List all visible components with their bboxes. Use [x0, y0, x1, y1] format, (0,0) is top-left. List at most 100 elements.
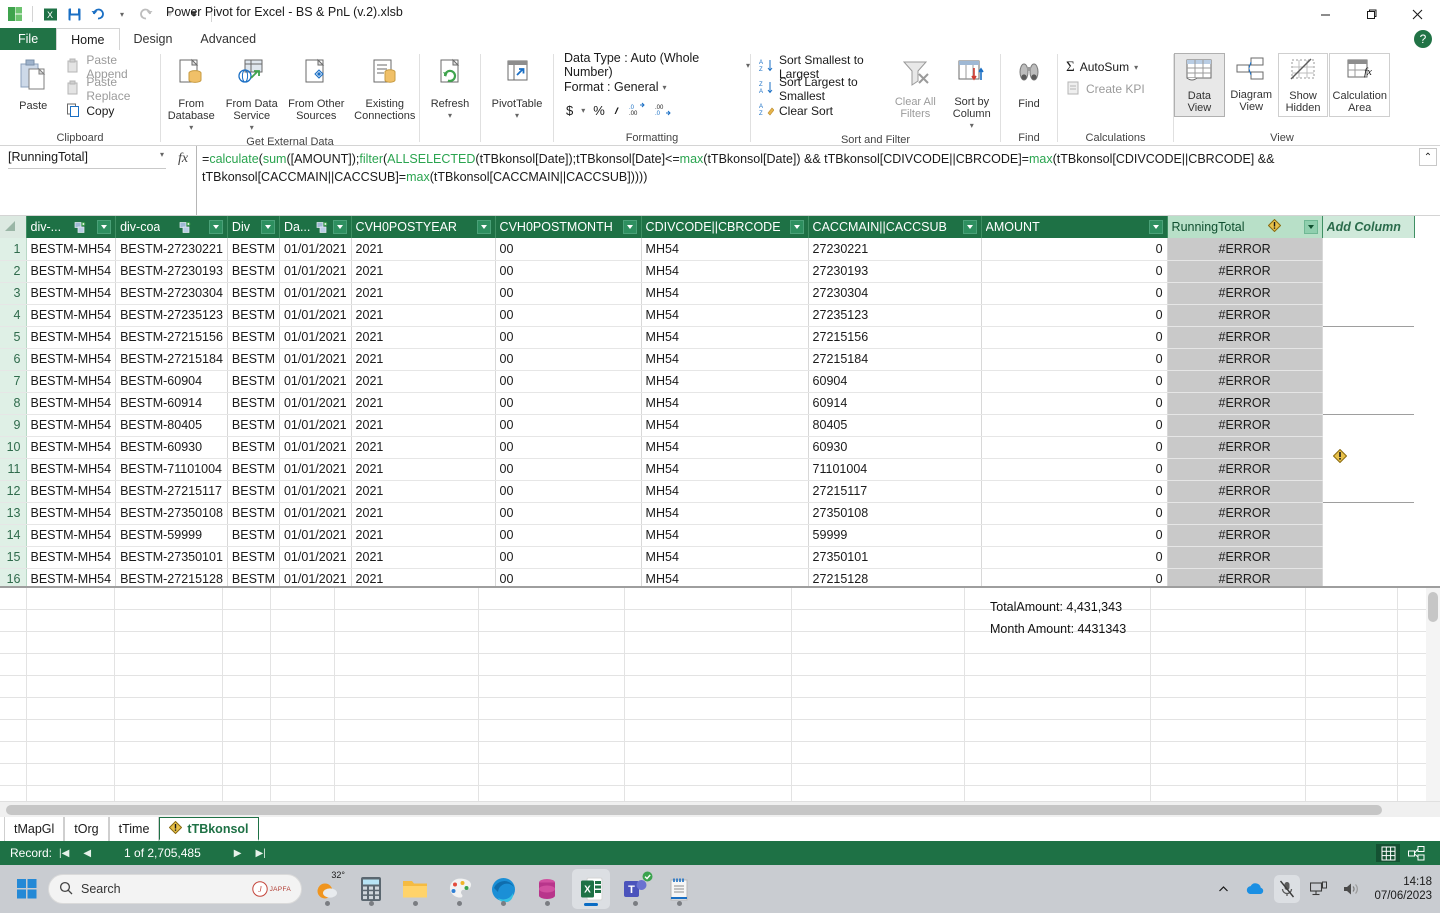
table-cell[interactable]: BESTM-27230304 — [115, 282, 228, 305]
taskbar-edge[interactable] — [484, 869, 522, 909]
table-cell[interactable]: 01/01/2021 — [279, 260, 352, 283]
taskbar-notepad[interactable] — [660, 869, 698, 909]
grid-view-button[interactable] — [1376, 844, 1400, 862]
row-number[interactable]: 3 — [0, 282, 27, 305]
row-number[interactable]: 11 — [0, 458, 27, 481]
table-cell[interactable]: 2021 — [351, 480, 496, 503]
existing-connections-button[interactable]: Existing Connections — [352, 54, 418, 122]
column-header-da[interactable]: Da... — [279, 216, 352, 238]
table-cell[interactable]: 00 — [495, 370, 642, 393]
table-cell[interactable]: 0 — [981, 282, 1168, 305]
last-record-button[interactable]: ▶| — [248, 848, 272, 859]
table-cell[interactable]: BESTM — [227, 282, 280, 305]
column-filter-button[interactable] — [97, 220, 112, 234]
table-cell[interactable]: #ERROR — [1167, 282, 1323, 305]
column-filter-button[interactable] — [1303, 220, 1318, 234]
column-filter-button[interactable] — [476, 220, 491, 234]
table-cell[interactable] — [1322, 260, 1415, 282]
table-cell[interactable]: BESTM-MH54 — [26, 436, 117, 459]
sort-largest-item[interactable]: ZA Sort Largest to Smallest — [757, 75, 887, 103]
table-row[interactable]: 7 BESTM-MH54 BESTM-60904 BESTM 01/01/2021 202… — [0, 370, 1415, 393]
table-cell[interactable]: 0 — [981, 568, 1168, 586]
table-row[interactable]: 12 BESTM-MH54 BESTM-27215117 BESTM 01/01/202… — [0, 480, 1415, 503]
table-cell[interactable]: 2021 — [351, 325, 496, 349]
row-number[interactable]: 7 — [0, 370, 27, 393]
paste-options-caret[interactable]: ▾ — [1382, 453, 1386, 462]
find-button[interactable]: Find — [1000, 54, 1058, 110]
table-cell[interactable]: #ERROR — [1167, 413, 1323, 437]
column-filter-button[interactable] — [332, 220, 347, 234]
table-row[interactable]: 1 BESTM-MH54 BESTM-27230221 BESTM 01/01/2021… — [0, 238, 1415, 261]
table-cell[interactable]: #ERROR — [1167, 392, 1323, 415]
taskbar-paint[interactable] — [440, 869, 478, 909]
table-row[interactable]: 4 BESTM-MH54 BESTM-27235123 BESTM 01/01/2021… — [0, 304, 1415, 327]
table-cell[interactable]: 01/01/2021 — [279, 501, 352, 525]
table-cell[interactable]: BESTM-60904 — [115, 370, 228, 393]
table-cell[interactable]: 01/01/2021 — [279, 348, 352, 371]
table-cell[interactable]: 01/01/2021 — [279, 524, 352, 547]
column-header-cdivcode-cbrcode[interactable]: CDIVCODE||CBRCODE — [641, 216, 809, 238]
table-cell[interactable]: 0 — [981, 304, 1168, 327]
table-cell[interactable]: 0 — [981, 480, 1168, 503]
table-cell[interactable]: 0 — [981, 413, 1168, 437]
format-selector[interactable]: Format : General ▾ — [562, 76, 667, 98]
table-cell[interactable]: 27235123 — [808, 304, 982, 327]
formula-input[interactable]: =calculate(sum([AMOUNT]);filter(ALLSELEC… — [196, 146, 1440, 186]
table-cell[interactable]: BESTM — [227, 458, 280, 481]
column-header-amount[interactable]: AMOUNT — [981, 216, 1168, 238]
taskbar-db-tool[interactable] — [528, 869, 566, 909]
refresh-caret[interactable]: ▾ — [448, 110, 452, 122]
table-row[interactable]: 10 BESTM-MH54 BESTM-60930 BESTM 01/01/2021 20… — [0, 436, 1415, 459]
table-cell[interactable]: 01/01/2021 — [279, 480, 352, 503]
table-cell[interactable]: MH54 — [641, 413, 809, 437]
table-cell[interactable]: BESTM-60930 — [115, 436, 228, 459]
table-cell[interactable]: BESTM-27215117 — [115, 480, 228, 503]
table-cell[interactable]: BESTM-MH54 — [26, 392, 117, 415]
onedrive-icon[interactable] — [1242, 875, 1268, 903]
table-cell[interactable]: 2021 — [351, 260, 496, 283]
expand-formula-bar-button[interactable]: ⌃ — [1419, 148, 1437, 166]
table-cell[interactable]: BESTM-MH54 — [26, 568, 117, 586]
row-number[interactable]: 16 — [0, 568, 27, 586]
table-cell[interactable]: MH54 — [641, 370, 809, 393]
data-view-button[interactable]: Data View — [1174, 53, 1225, 117]
measure-month-amount[interactable]: Month Amount: 4431343 — [990, 622, 1126, 636]
table-cell[interactable]: 27230221 — [808, 238, 982, 261]
table-cell[interactable]: BESTM-80405 — [115, 413, 228, 437]
table-cell[interactable]: BESTM — [227, 392, 280, 415]
sort-by-column-button[interactable]: Sort by Column ▾ — [944, 54, 1000, 132]
table-cell[interactable]: BESTM-27350108 — [115, 501, 228, 525]
table-cell[interactable]: BESTM-MH54 — [26, 238, 117, 261]
table-cell[interactable]: 2021 — [351, 458, 496, 481]
name-box[interactable]: [RunningTotal] ▾ — [0, 146, 170, 164]
table-cell[interactable]: BESTM — [227, 304, 280, 327]
table-cell[interactable] — [1322, 348, 1415, 370]
sheet-tab-ttbkonsol[interactable]: tTBkonsol — [159, 817, 259, 841]
from-database-button[interactable]: From Database ▾ — [162, 54, 220, 134]
name-box-caret[interactable]: ▾ — [160, 150, 164, 159]
table-row[interactable]: 3 BESTM-MH54 BESTM-27230304 BESTM 01/01/2021… — [0, 282, 1415, 305]
table-cell[interactable]: 27215156 — [808, 325, 982, 349]
table-cell[interactable]: MH54 — [641, 282, 809, 305]
column-filter-button[interactable] — [208, 220, 223, 234]
table-cell[interactable]: 80405 — [808, 413, 982, 437]
table-cell[interactable] — [1322, 282, 1415, 304]
table-cell[interactable]: MH54 — [641, 458, 809, 481]
table-cell[interactable]: #ERROR — [1167, 370, 1323, 393]
column-filter-button[interactable] — [962, 220, 977, 234]
table-cell[interactable]: 27230304 — [808, 282, 982, 305]
table-cell[interactable]: MH54 — [641, 348, 809, 371]
row-number[interactable]: 1 — [0, 238, 27, 261]
sort-by-column-caret[interactable]: ▾ — [970, 120, 974, 132]
table-cell[interactable]: BESTM-MH54 — [26, 325, 117, 349]
taskbar-excel[interactable]: X — [572, 869, 610, 909]
paste-replace-item[interactable]: Paste Replace — [64, 75, 160, 103]
table-cell[interactable]: 59999 — [808, 524, 982, 547]
table-row[interactable]: 16 BESTM-MH54 BESTM-27215128 BESTM 01/01/202… — [0, 568, 1415, 586]
table-cell[interactable]: 01/01/2021 — [279, 238, 352, 261]
autosum-item[interactable]: Σ AutoSum ▾ — [1064, 56, 1147, 78]
table-cell[interactable]: #ERROR — [1167, 260, 1323, 283]
sheet-tab-tmapgl[interactable]: tMapGl — [4, 817, 65, 841]
table-cell[interactable]: 00 — [495, 413, 642, 437]
table-cell[interactable]: MH54 — [641, 436, 809, 459]
